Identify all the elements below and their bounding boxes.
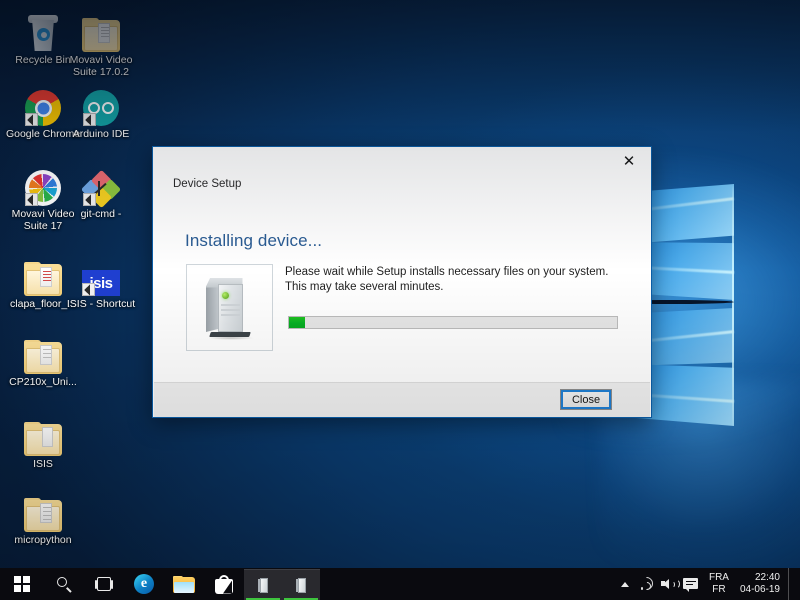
clock-date: 04-06-19 bbox=[739, 584, 780, 595]
desktop-icon-label: ISIS bbox=[33, 458, 53, 470]
wifi-icon bbox=[637, 574, 657, 593]
file-explorer-button[interactable] bbox=[164, 568, 204, 600]
dialog-header-label: Device Setup bbox=[173, 178, 242, 190]
language-code-bottom: FR bbox=[712, 584, 726, 595]
device-setup-dialog[interactable]: ✕ Device Setup Installing device... Plea… bbox=[152, 146, 652, 418]
folder-icon bbox=[4, 412, 82, 456]
search-button[interactable] bbox=[44, 568, 84, 600]
desktop-icon-label: ISIS - Shortcut bbox=[66, 298, 136, 310]
computer-tower-icon bbox=[257, 577, 269, 593]
computer-tower-icon bbox=[205, 277, 254, 340]
chevron-up-icon bbox=[620, 581, 629, 587]
desktop-icon-git-cmd[interactable]: git-cmd - bbox=[62, 162, 140, 220]
installation-progress-bar bbox=[288, 316, 618, 329]
search-icon bbox=[56, 576, 72, 593]
show-desktop-button[interactable] bbox=[788, 568, 794, 600]
edge-letter: e bbox=[140, 576, 148, 591]
taskbar[interactable]: e FRA FR 22:40 04-06-19 bbox=[0, 568, 800, 600]
desktop-icon-cp210x[interactable]: CP210x_Uni... bbox=[4, 330, 82, 388]
dialog-titlebar[interactable]: ✕ bbox=[153, 147, 651, 175]
desktop-icon-label: git-cmd - bbox=[80, 208, 122, 220]
clock-time: 22:40 bbox=[754, 572, 780, 583]
volume-icon bbox=[661, 578, 681, 591]
folder-icon bbox=[62, 8, 140, 52]
desktop[interactable]: Recycle Bin Movavi Video Suite 17.0.2 Go… bbox=[0, 0, 800, 600]
page-title: Installing device... bbox=[185, 231, 323, 250]
computer-tower-icon bbox=[295, 577, 307, 593]
edge-icon: e bbox=[134, 574, 154, 594]
dialog-footer: Close bbox=[154, 382, 650, 417]
dialog-body-text: Please wait while Setup installs necessa… bbox=[285, 266, 609, 293]
git-icon bbox=[62, 162, 140, 209]
show-hidden-icons-button[interactable] bbox=[614, 581, 636, 587]
language-indicator[interactable]: FRA FR bbox=[702, 572, 736, 596]
isis-icon: isis bbox=[62, 252, 140, 296]
desktop-icon-isis-shortcut[interactable]: isis ISIS - Shortcut bbox=[62, 252, 140, 310]
desktop-icon-label: CP210x_Uni... bbox=[9, 376, 77, 388]
task-view-icon bbox=[95, 577, 113, 591]
task-view-button[interactable] bbox=[84, 568, 124, 600]
system-tray[interactable]: FRA FR 22:40 04-06-19 bbox=[614, 568, 800, 600]
store-button[interactable] bbox=[204, 568, 244, 600]
desktop-icon-micropython[interactable]: micropython bbox=[4, 488, 82, 546]
volume-button[interactable] bbox=[658, 578, 681, 591]
language-code-top: FRA bbox=[708, 572, 729, 583]
desktop-icon-label: Arduino IDE bbox=[72, 128, 130, 140]
taskbar-window-device-setup-2[interactable] bbox=[282, 569, 320, 600]
folder-icon bbox=[4, 488, 82, 532]
desktop-icon-label: micropython bbox=[14, 534, 72, 546]
store-bag-icon bbox=[215, 574, 233, 594]
progress-bar-fill bbox=[289, 317, 306, 328]
desktop-icon-label: Movavi Video Suite 17.0.2 bbox=[69, 54, 133, 78]
folder-icon bbox=[4, 330, 82, 374]
close-icon[interactable]: ✕ bbox=[607, 147, 651, 175]
clock[interactable]: 22:40 04-06-19 bbox=[736, 572, 788, 596]
action-center-button[interactable] bbox=[680, 577, 702, 592]
close-button[interactable]: Close bbox=[560, 389, 612, 410]
windows-logo-icon bbox=[14, 576, 30, 592]
edge-button[interactable]: e bbox=[124, 568, 164, 600]
dialog-body: Installing device... Please wait while S… bbox=[153, 205, 651, 383]
arduino-icon bbox=[62, 82, 140, 126]
desktop-icon-arduino-ide[interactable]: Arduino IDE bbox=[62, 82, 140, 140]
desktop-icon-isis-folder[interactable]: ISIS bbox=[4, 412, 82, 470]
folder-icon bbox=[173, 575, 195, 593]
desktop-icon-movavi-video-suite-folder[interactable]: Movavi Video Suite 17.0.2 bbox=[62, 8, 140, 78]
start-button[interactable] bbox=[0, 568, 44, 600]
taskbar-window-device-setup-1[interactable] bbox=[244, 569, 282, 600]
action-center-icon bbox=[683, 577, 699, 592]
network-button[interactable] bbox=[636, 574, 658, 593]
device-image-frame bbox=[186, 264, 273, 351]
